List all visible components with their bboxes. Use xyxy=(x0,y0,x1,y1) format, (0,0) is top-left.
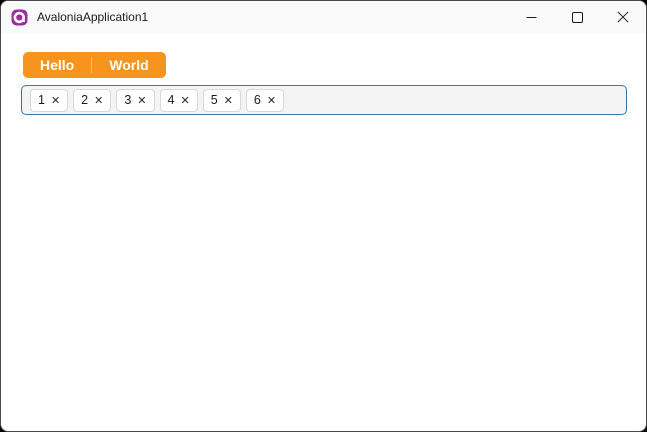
chip-label: 2 xyxy=(81,93,89,107)
minimize-button[interactable] xyxy=(508,1,554,33)
chip-3[interactable]: 3 ✕ xyxy=(116,88,155,112)
chip-remove-icon[interactable]: ✕ xyxy=(137,95,146,106)
window-title: AvaloniaApplication1 xyxy=(37,10,149,24)
chip-2[interactable]: 2 ✕ xyxy=(73,88,112,112)
minimize-icon xyxy=(526,16,536,18)
avalonia-logo-icon xyxy=(11,9,28,25)
chip-label: 3 xyxy=(124,93,132,107)
chip-label: 4 xyxy=(167,93,175,107)
chip-remove-icon[interactable]: ✕ xyxy=(94,95,103,106)
chip-remove-icon[interactable]: ✕ xyxy=(51,95,60,106)
chip-label: 6 xyxy=(253,93,261,107)
window-controls xyxy=(508,1,646,33)
chip-remove-icon[interactable]: ✕ xyxy=(180,95,189,106)
titlebar[interactable]: AvaloniaApplication1 xyxy=(1,1,646,33)
titlebar-left: AvaloniaApplication1 xyxy=(1,9,508,26)
chip-4[interactable]: 4 ✕ xyxy=(159,88,198,112)
screen: AvaloniaApplication1 Hello World 1 ✕ 2 ✕… xyxy=(0,0,647,432)
tab-hello[interactable]: Hello xyxy=(23,52,91,78)
tab-strip: Hello World xyxy=(23,52,166,78)
content-area: Hello World 1 ✕ 2 ✕ 3 ✕ 4 ✕ 5 ✕ 6 ✕ xyxy=(1,33,646,115)
chip-input[interactable]: 1 ✕ 2 ✕ 3 ✕ 4 ✕ 5 ✕ 6 ✕ xyxy=(21,85,627,115)
tab-world[interactable]: World xyxy=(92,52,165,78)
chip-label: 5 xyxy=(210,93,218,107)
chip-6[interactable]: 6 ✕ xyxy=(245,88,285,112)
chip-label: 1 xyxy=(38,93,45,107)
close-button[interactable] xyxy=(600,1,646,33)
maximize-icon xyxy=(571,11,583,23)
close-icon xyxy=(617,11,629,23)
chip-5[interactable]: 5 ✕ xyxy=(202,88,241,112)
app-window: AvaloniaApplication1 Hello World 1 ✕ 2 ✕… xyxy=(0,0,647,432)
chip-1[interactable]: 1 ✕ xyxy=(30,88,69,112)
chip-remove-icon[interactable]: ✕ xyxy=(224,95,233,106)
chip-remove-icon[interactable]: ✕ xyxy=(267,95,276,106)
maximize-button[interactable] xyxy=(554,1,600,33)
